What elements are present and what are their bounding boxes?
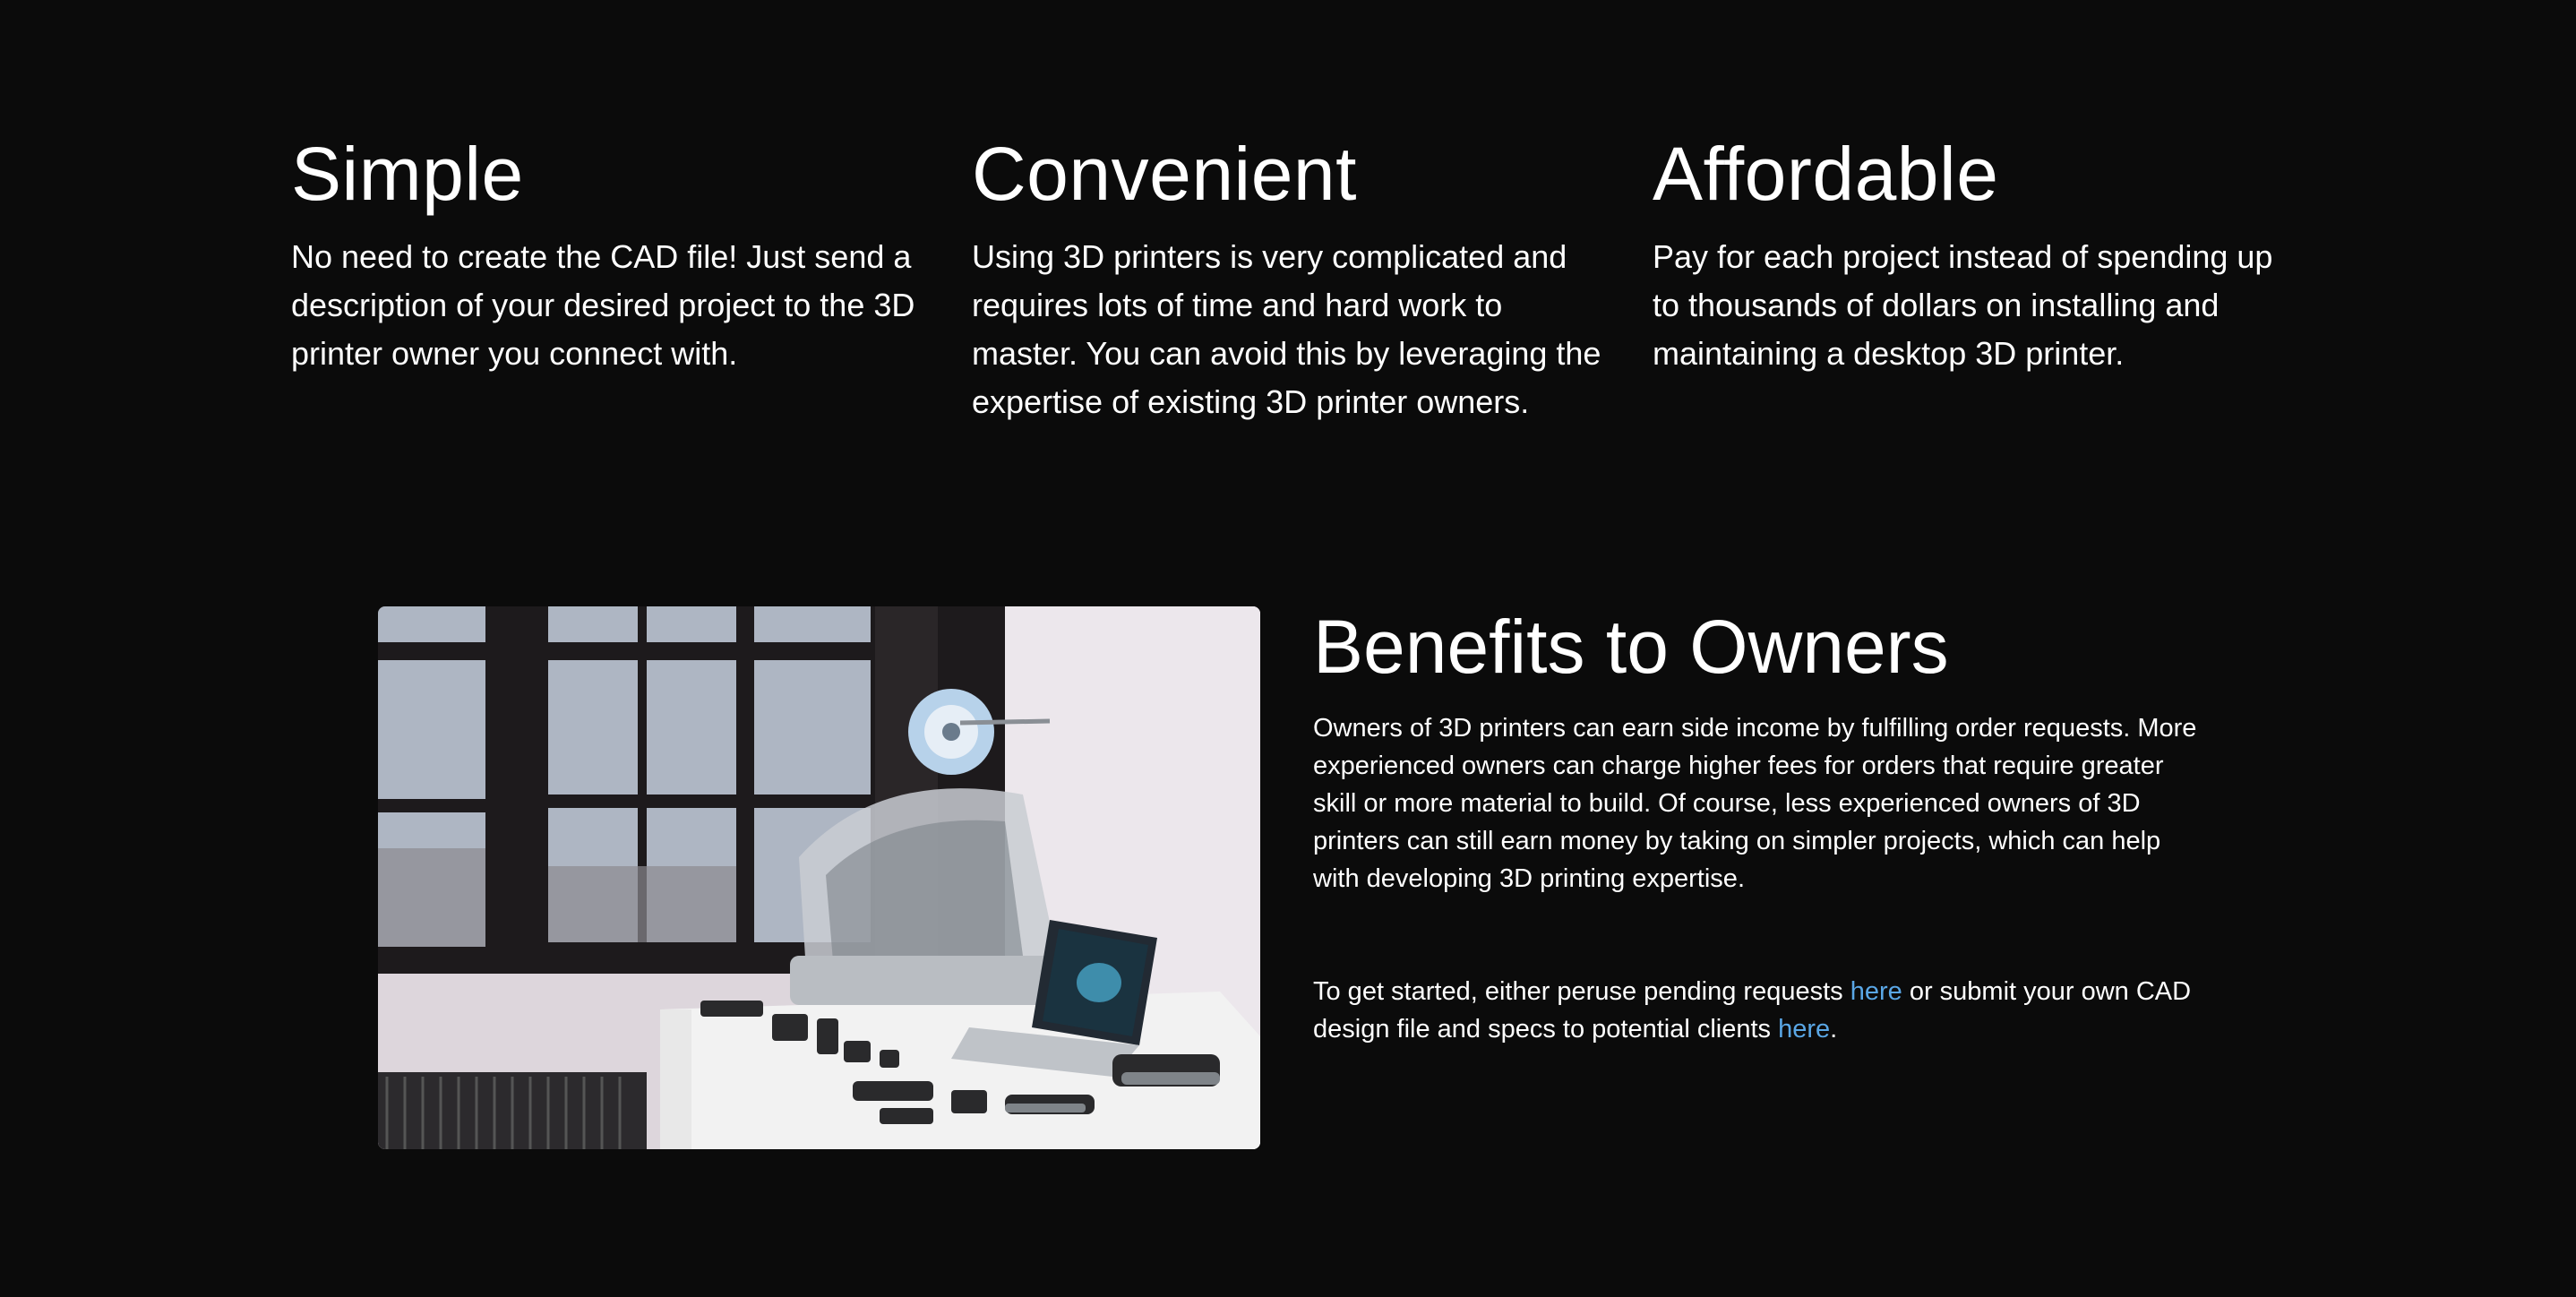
- cta-suffix: .: [1830, 1015, 1838, 1044]
- cta-prefix: To get started, either peruse pending re…: [1313, 977, 1850, 1006]
- get-started-text: To get started, either peruse pending re…: [1313, 973, 2209, 1048]
- 3d-printer-photo: [378, 606, 1260, 1149]
- feature-description: Using 3D printers is very complicated an…: [972, 238, 1601, 420]
- benefits-section: Benefits to Owners Owners of 3D printers…: [1313, 598, 2209, 1048]
- feature-title: Convenient: [972, 132, 1357, 216]
- feature-convenient: Convenient Using 3D printers is very com…: [972, 125, 1653, 426]
- feature-description: No need to create the CAD file! Just sen…: [291, 238, 915, 372]
- feature-simple: Simple No need to create the CAD file! J…: [291, 125, 972, 426]
- feature-description: Pay for each project instead of spending…: [1653, 238, 2273, 372]
- pending-requests-link[interactable]: here: [1850, 977, 1902, 1006]
- feature-title: Simple: [291, 132, 524, 216]
- features-section: Simple No need to create the CAD file! J…: [291, 125, 2333, 426]
- feature-title: Affordable: [1653, 132, 1999, 216]
- benefits-description: Owners of 3D printers can earn side inco…: [1313, 714, 2197, 893]
- submit-design-link[interactable]: here: [1778, 1015, 1830, 1044]
- benefits-title: Benefits to Owners: [1313, 605, 1949, 689]
- feature-affordable: Affordable Pay for each project instead …: [1653, 125, 2333, 426]
